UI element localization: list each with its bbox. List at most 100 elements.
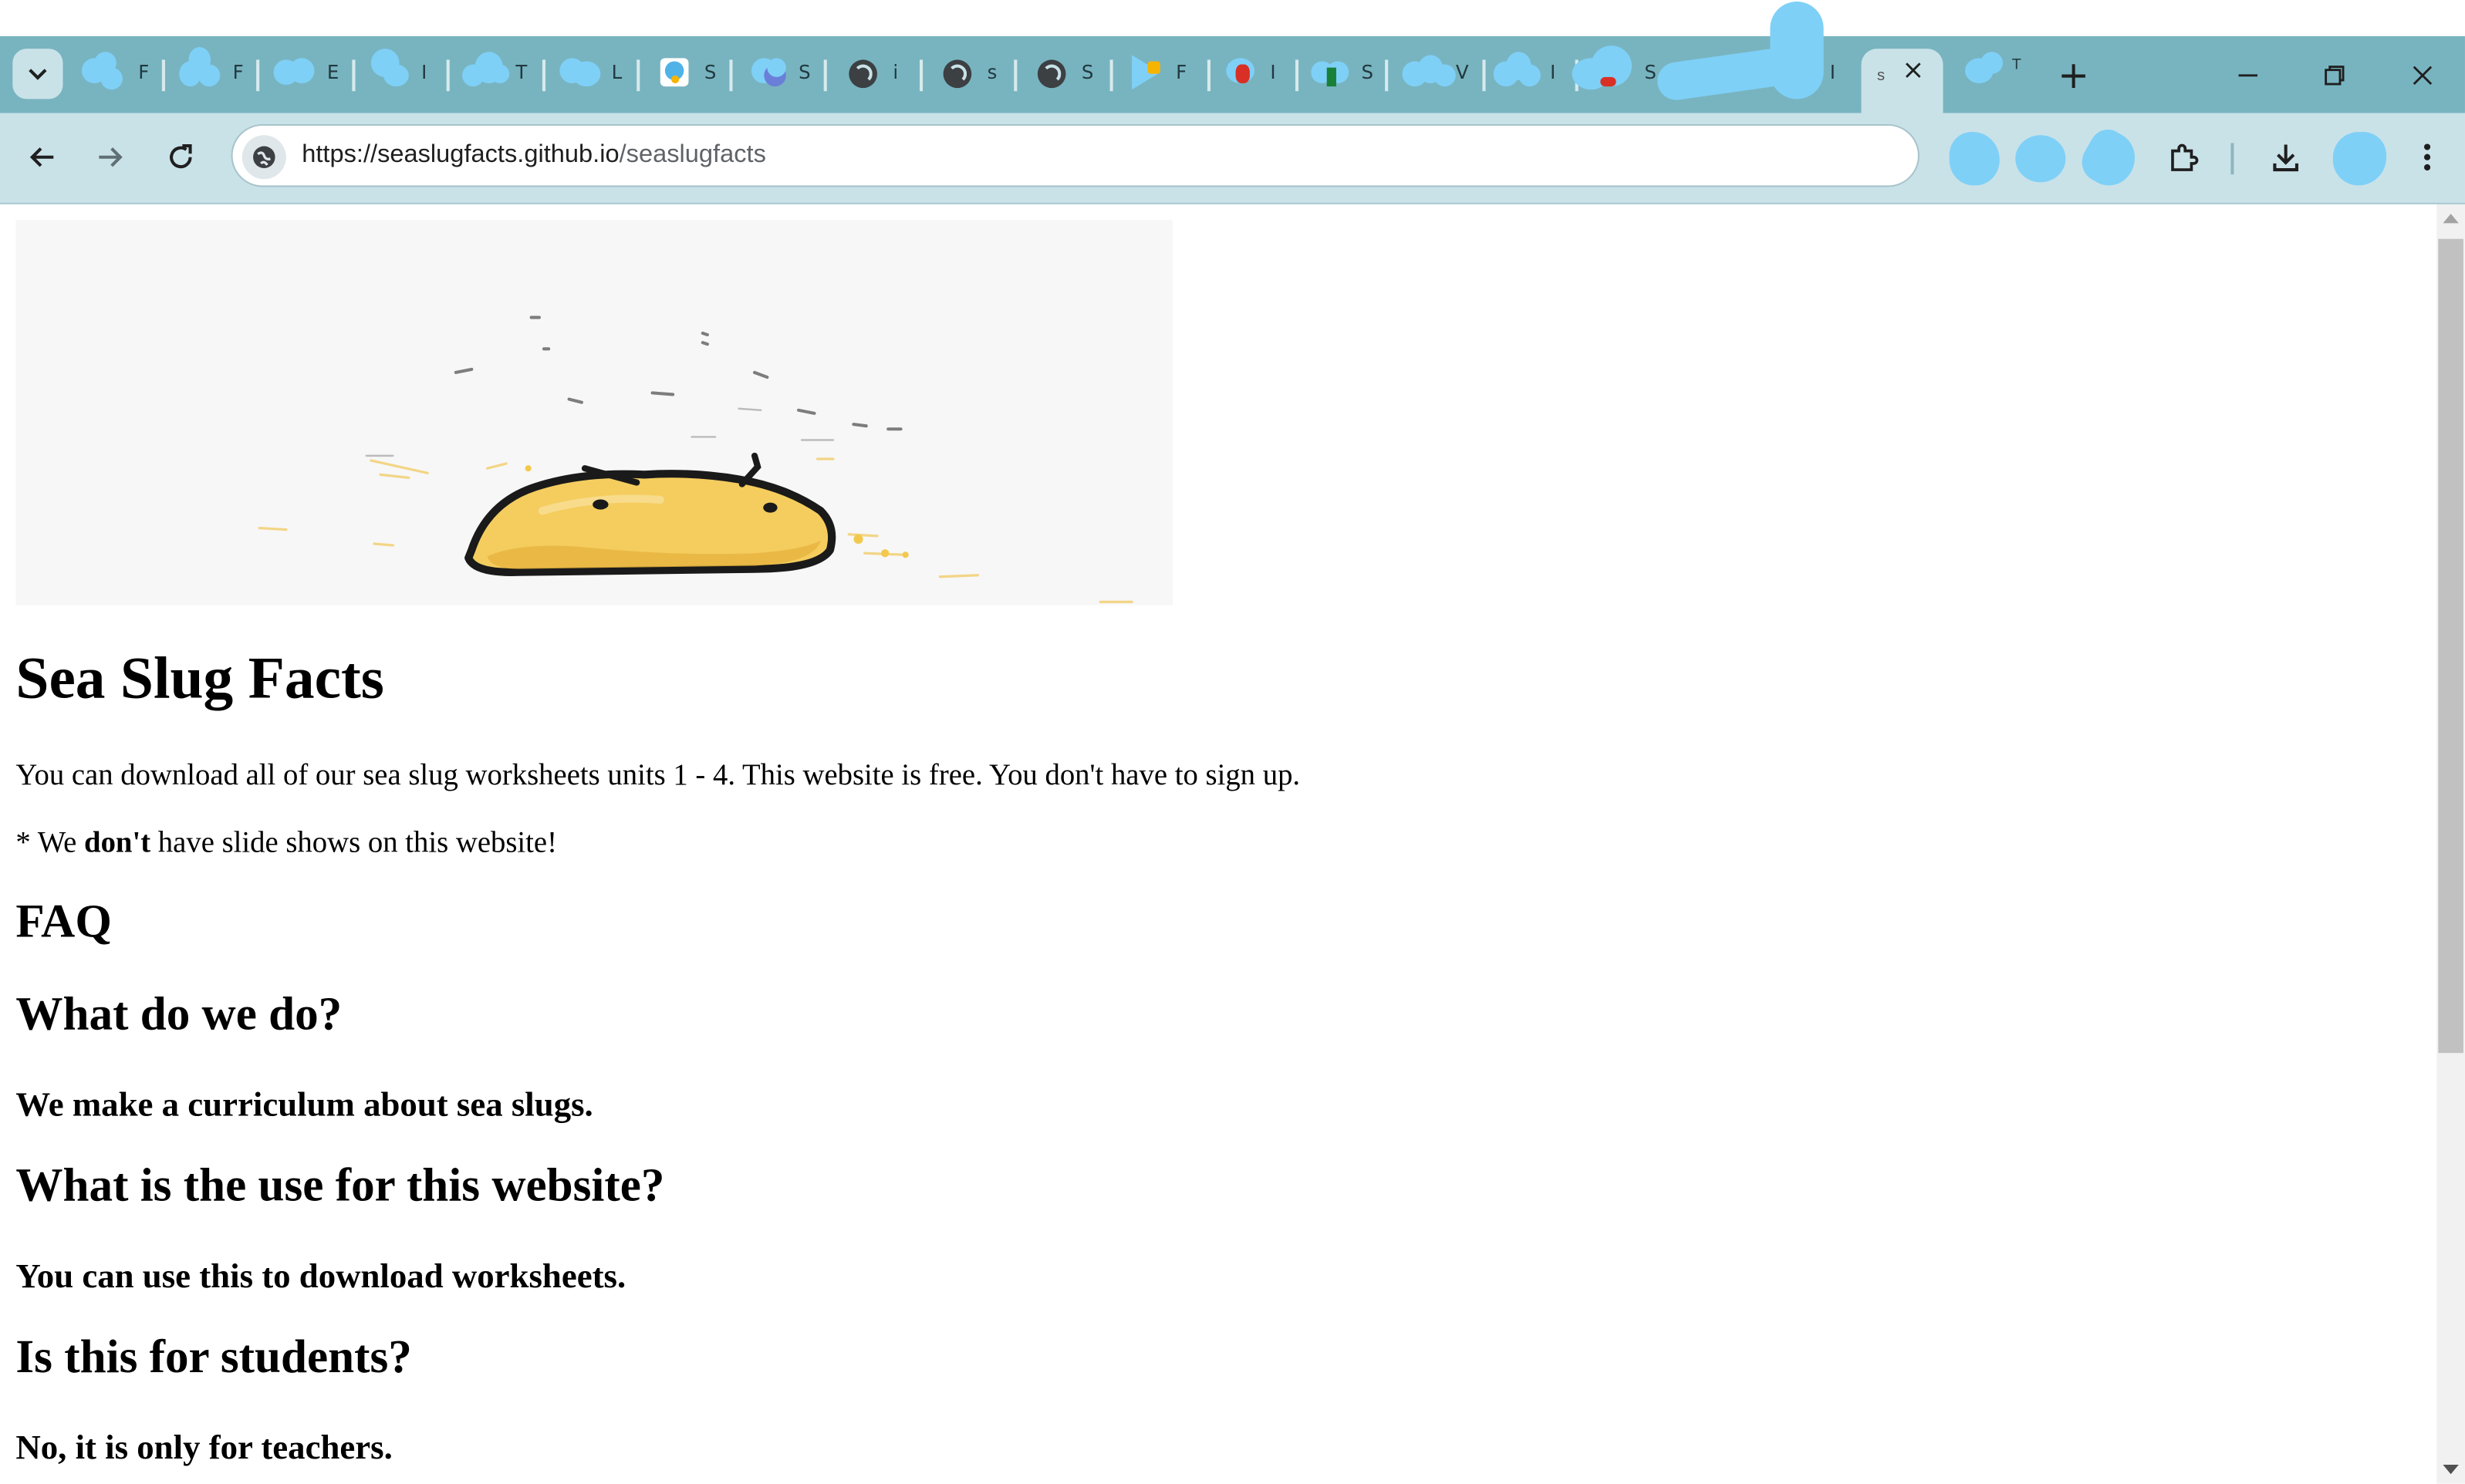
- close-window-button[interactable]: [2399, 52, 2446, 99]
- tab-favicon[interactable]: [273, 55, 321, 89]
- globe-icon[interactable]: [1037, 59, 1066, 89]
- faq-question: Is this for students?: [15, 1331, 412, 1384]
- download-icon: [2273, 144, 2298, 172]
- browser-window: F F E I T L S S i s S F I S V I S I T s …: [0, 0, 2465, 1484]
- forward-button[interactable]: [88, 135, 132, 179]
- tab-favicon[interactable]: [1129, 55, 1167, 90]
- faq-question: What is the use for this website?: [15, 1159, 665, 1212]
- scroll-up-arrow-icon[interactable]: [2443, 214, 2459, 224]
- active-tab[interactable]: s ×: [1861, 49, 1943, 113]
- window-top-edge: [0, 0, 2465, 36]
- tab-title[interactable]: I: [1830, 61, 1835, 83]
- tab-title[interactable]: I: [1270, 61, 1275, 83]
- tab-separator: [161, 59, 165, 92]
- tab-separator: [1295, 59, 1299, 92]
- tab-favicon[interactable]: [1965, 52, 2012, 89]
- tab-separator: [919, 59, 924, 92]
- tab-title[interactable]: E: [327, 61, 339, 83]
- tab-title[interactable]: S: [1644, 61, 1656, 83]
- tab-strip: F F E I T L S S i s S F I S V I S I T: [0, 2, 2465, 113]
- tab-favicon[interactable]: [179, 47, 226, 89]
- restore-icon: [2325, 66, 2345, 86]
- tab-favicon[interactable]: [1572, 46, 1645, 90]
- vertical-scrollbar[interactable]: [2436, 204, 2465, 1484]
- redaction-mark: [1770, 2, 1824, 99]
- tab-title[interactable]: V: [1456, 61, 1469, 83]
- tab-favicon[interactable]: [370, 49, 418, 89]
- tab-title[interactable]: S: [1082, 61, 1094, 83]
- extensions-button[interactable]: [2162, 135, 2206, 179]
- extension-icon[interactable]: [2074, 123, 2146, 195]
- url-path: /seaslugfacts: [619, 141, 766, 169]
- note-emphasis: don't: [84, 826, 151, 860]
- profile-avatar[interactable]: [2332, 132, 2387, 186]
- url-host: https://seaslugfacts.github.io: [302, 141, 620, 169]
- address-bar[interactable]: https://seaslugfacts.github.io/seaslugfa…: [231, 123, 1920, 187]
- tab-title[interactable]: S: [799, 61, 811, 83]
- tab-favicon[interactable]: [1493, 52, 1544, 89]
- url-text[interactable]: https://seaslugfacts.github.io/seaslugfa…: [302, 141, 766, 170]
- globe-icon: [253, 146, 275, 169]
- globe-icon[interactable]: [943, 59, 972, 89]
- tab-separator: [256, 59, 260, 92]
- tab-title[interactable]: S: [1362, 61, 1374, 83]
- tab-favicon[interactable]: [462, 52, 515, 89]
- tab-separator: [1207, 59, 1211, 92]
- tab-separator: [1109, 59, 1113, 92]
- site-info-button[interactable]: [241, 135, 286, 180]
- tab-separator: [542, 59, 546, 92]
- tab-title[interactable]: I: [1550, 61, 1555, 83]
- arrow-right-icon: [99, 147, 123, 167]
- puzzle-icon: [2171, 143, 2199, 171]
- tab-search-button[interactable]: [12, 49, 63, 99]
- tab-title[interactable]: T: [2012, 58, 2021, 73]
- active-tab-title[interactable]: s: [1877, 68, 1885, 85]
- tab-favicon[interactable]: [660, 55, 689, 89]
- tab-favicon[interactable]: [81, 52, 135, 90]
- tab-favicon[interactable]: [1226, 55, 1264, 89]
- downloads-button[interactable]: [2264, 135, 2308, 179]
- tab-separator: [352, 59, 356, 92]
- tab-title[interactable]: F: [138, 61, 149, 83]
- tab-separator: [1482, 59, 1486, 92]
- hero-image: [15, 220, 1173, 605]
- tab-title[interactable]: I: [421, 61, 427, 83]
- note-paragraph: * We don't have slide shows on this webs…: [15, 827, 557, 862]
- intro-paragraph: You can download all of our sea slug wor…: [15, 759, 1301, 792]
- menu-button[interactable]: [2406, 135, 2450, 179]
- new-tab-button[interactable]: +: [2053, 55, 2094, 96]
- arrow-left-icon: [29, 147, 54, 167]
- tab-title[interactable]: F: [233, 61, 244, 83]
- extension-icon[interactable]: [1949, 132, 2000, 186]
- tab-title[interactable]: F: [1176, 61, 1187, 83]
- tab-title[interactable]: s: [988, 61, 998, 83]
- tab-favicon[interactable]: [751, 55, 792, 89]
- tab-title[interactable]: L: [612, 61, 623, 83]
- tab-separator: [1014, 59, 1018, 92]
- minimize-icon: [2238, 74, 2257, 77]
- extension-icon[interactable]: [2015, 135, 2066, 183]
- tab-favicon[interactable]: [559, 55, 606, 89]
- minimize-button[interactable]: [2224, 52, 2271, 99]
- scroll-down-arrow-icon[interactable]: [2443, 1465, 2459, 1475]
- tab-separator: [729, 59, 733, 92]
- scrollbar-thumb[interactable]: [2438, 238, 2463, 1054]
- tab-separator: [823, 59, 827, 92]
- tab-title[interactable]: i: [893, 61, 898, 83]
- tab-title[interactable]: S: [704, 61, 717, 83]
- back-button[interactable]: [20, 135, 64, 179]
- close-tab-icon[interactable]: ×: [1899, 55, 1927, 86]
- page-viewport: Sea Slug Facts You can download all of o…: [0, 204, 2437, 1484]
- tab-title[interactable]: T: [515, 61, 527, 83]
- tab-favicon[interactable]: [1311, 55, 1355, 89]
- tab-favicon[interactable]: [1402, 55, 1459, 89]
- faq-answer: We make a curriculum about sea slugs.: [15, 1084, 593, 1124]
- note-prefix: * We: [15, 826, 85, 860]
- faq-answer: You can use this to download worksheets.: [15, 1256, 626, 1295]
- faq-question: What do we do?: [15, 988, 343, 1040]
- kebab-menu-icon: [2423, 143, 2431, 171]
- reload-button[interactable]: [159, 135, 203, 179]
- note-suffix: have slide shows on this website!: [150, 826, 558, 860]
- globe-icon[interactable]: [849, 59, 877, 89]
- restore-button[interactable]: [2311, 52, 2358, 99]
